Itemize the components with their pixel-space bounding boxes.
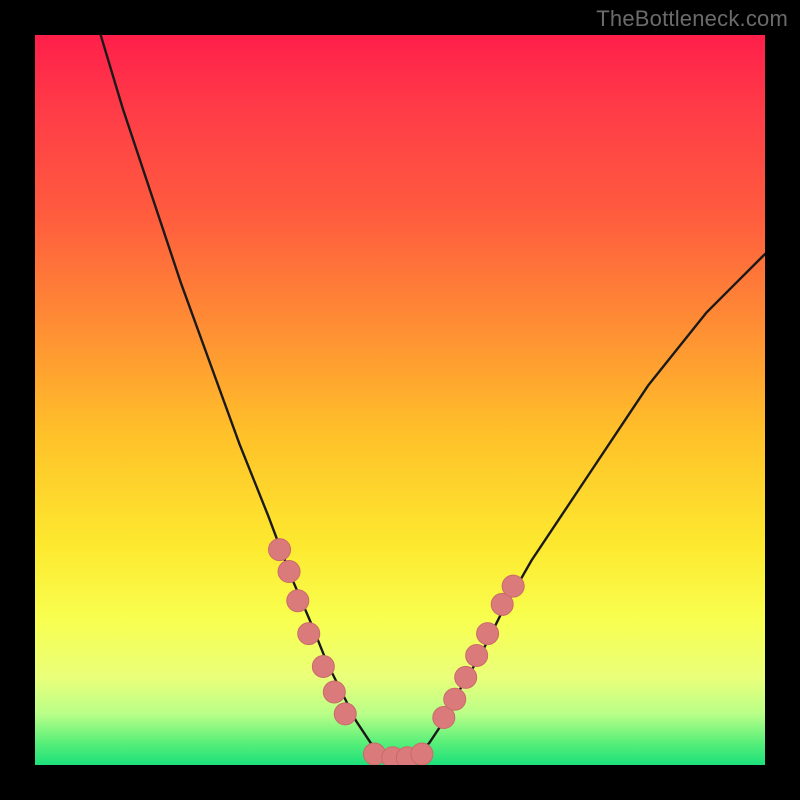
data-point bbox=[477, 623, 499, 645]
data-point bbox=[502, 575, 524, 597]
data-point bbox=[466, 645, 488, 667]
data-point bbox=[278, 561, 300, 583]
data-point bbox=[334, 703, 356, 725]
watermark-label: TheBottleneck.com bbox=[596, 6, 788, 32]
data-point bbox=[323, 681, 345, 703]
data-point bbox=[411, 743, 433, 765]
bottleneck-curve bbox=[101, 35, 765, 761]
plot-area bbox=[35, 35, 765, 765]
chart-svg bbox=[35, 35, 765, 765]
data-point bbox=[287, 590, 309, 612]
data-point bbox=[444, 688, 466, 710]
data-point bbox=[298, 623, 320, 645]
scatter-markers bbox=[269, 539, 525, 765]
chart-frame: TheBottleneck.com bbox=[0, 0, 800, 800]
data-point bbox=[269, 539, 291, 561]
data-point bbox=[312, 655, 334, 677]
data-point bbox=[455, 666, 477, 688]
